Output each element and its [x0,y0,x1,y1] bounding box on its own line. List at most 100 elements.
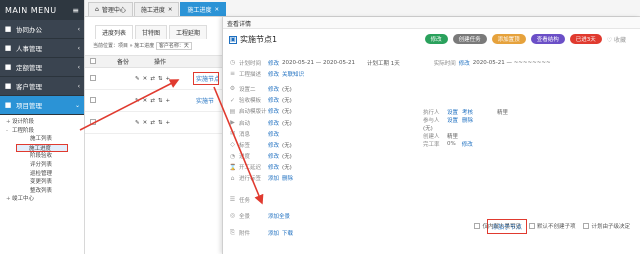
tab-construction-progress-active[interactable]: 施工进度 ✕ [180,2,227,16]
participant-empty: (无) [423,124,573,132]
edit-link[interactable]: 修改 [268,107,279,115]
menu-title: MAIN MENU [5,5,57,15]
menu-item-project[interactable]: ■ 项目管理 ⌄ [0,96,84,115]
field-label: 附件 [239,231,251,238]
row-checkbox-cell [85,96,101,105]
menu-item-customer[interactable]: ■ 客户管理 ‹ [0,77,84,96]
swap-icon[interactable]: ⇄ [150,76,155,82]
add-icon[interactable]: + [165,76,170,82]
edit-link[interactable]: 修改 [268,141,279,149]
subtab-progress-list[interactable]: 进度列表 [95,25,134,39]
edit-link[interactable]: 修改 [268,130,279,138]
favorite-button[interactable]: ♡ 收藏 [607,35,626,44]
creator-row: 创建人 精里 [423,132,573,140]
field-label: 启动 [239,120,251,127]
task-link[interactable]: 实施节 [193,94,219,107]
tree-item-score-list[interactable]: 评分列表 [0,161,84,170]
edit-icon[interactable]: ✎ [135,76,140,82]
edit-link[interactable]: 修改 [268,85,279,93]
add-icon[interactable]: + [165,120,170,126]
sort-icon[interactable]: ⇅ [158,76,163,82]
subtab-delay[interactable]: 工程延期 [169,25,208,39]
progress-status-button[interactable]: 已进3天 [569,34,602,44]
table-row[interactable]: ✎ ✕ ⇄ ⇅ + 实施节点1 [85,68,222,90]
tree-item-completion[interactable]: +竣工中心 [0,195,84,204]
close-icon[interactable]: ✕ [168,7,173,13]
menu-item-office[interactable]: ■ 协同办公 ‹ [0,20,84,39]
customer-filter[interactable]: 客户名称：天 [155,42,192,50]
edit-button[interactable]: 修改 [424,34,448,44]
edit-link[interactable]: 修改 [268,119,279,127]
add-attachment-link[interactable]: 添加 [268,229,279,237]
close-icon[interactable]: ✕ [214,7,219,13]
set-link[interactable]: 设置 [447,116,458,124]
add-panorama-link[interactable]: 添加全景 [268,212,290,220]
subtab-gantt[interactable]: 甘特图 [135,25,168,39]
add-link[interactable]: 添加 [268,174,279,182]
delete-icon[interactable]: ✕ [143,120,148,126]
tree-item-inspection[interactable]: 巡检管理 [0,170,84,179]
download-link[interactable]: 下载 [282,229,293,237]
menu-item-quota[interactable]: ■ 定额管理 ‹ [0,58,84,77]
edit-link[interactable]: 修改 [268,59,279,67]
field-label: 创建人 [423,134,440,140]
swap-icon[interactable]: ⇄ [150,120,155,126]
option-child-plan[interactable]: 计划由子级决定 [583,222,630,230]
menu-item-hr[interactable]: ■ 人事管理 ‹ [0,39,84,58]
delete-icon[interactable]: ✕ [143,76,148,82]
checkbox[interactable] [583,223,590,229]
edit-icon[interactable]: ✎ [135,98,140,104]
checkbox[interactable] [528,223,535,229]
tree-item-stage-acceptance[interactable]: 阶段验收 [0,152,84,161]
row-checkbox[interactable] [90,96,96,103]
related-knowledge-link[interactable]: 关联知识 [282,70,304,78]
table-row[interactable]: ✎ ✕ ⇄ ⇅ + 实施节 [85,90,222,112]
select-all-checkbox[interactable] [90,57,96,64]
row-checkbox[interactable] [90,118,96,125]
edit-icon[interactable]: ✎ [135,120,140,126]
edit-link[interactable]: 修改 [268,70,279,78]
clock-icon: ◷ [229,59,236,67]
tab-management-center[interactable]: ⌂ 管理中心 [88,2,133,16]
swap-icon[interactable]: ⇄ [150,98,155,104]
pin-button[interactable]: 添加置顶 [491,34,526,44]
assess-link[interactable]: 考核 [462,108,473,116]
breadcrumb: 当前位置：项目 » 施工进度 客户名称：天 [85,39,222,52]
checkbox[interactable] [474,223,481,229]
option-no-default-child[interactable]: 默认不创建子项 [528,222,575,230]
tree-item-construction-progress[interactable]: 施工进度 [16,143,68,153]
edit-link[interactable]: 修改 [462,140,473,148]
menu-item-label: 协同办公 [16,26,42,34]
message-icon: ✉ [229,130,236,138]
tree-item-construction-list[interactable]: 施工列表 [0,135,84,144]
delete-link[interactable]: 删除 [462,116,473,124]
field-label: 验收模板 [239,98,262,105]
row-checkbox[interactable] [90,74,96,81]
field-label: 工程描述 [239,71,262,78]
tab-construction-progress[interactable]: 施工进度 ✕ [133,2,180,16]
task-link[interactable]: 实施节点1 [193,72,219,85]
tree-item-change-list[interactable]: 变更列表 [0,178,84,187]
edit-link[interactable]: 修改 [268,152,279,160]
edit-link[interactable]: 修改 [268,163,279,171]
create-task-button[interactable]: 创建任务 [452,34,487,44]
tree-item-rectify-list[interactable]: 整改列表 [0,187,84,196]
delete-link[interactable]: 删除 [282,174,293,182]
table-row[interactable]: ✎ ✕ ⇄ ⇅ + [85,112,222,134]
attachment-icon: ⎘ [230,229,235,237]
option-label: 计划由子级决定 [591,224,630,230]
delete-icon[interactable]: ✕ [143,98,148,104]
task-icon: ☰ [229,196,236,204]
sort-icon[interactable]: ⇅ [158,98,163,104]
menu-header: MAIN MENU ≡ [0,0,84,20]
edit-link[interactable]: 修改 [459,59,470,67]
tree-item-construction[interactable]: - 工程阶段 [0,127,84,136]
sort-icon[interactable]: ⇅ [158,120,163,126]
set-link[interactable]: 设置 [447,108,458,116]
tree-item-design[interactable]: +设计阶段 [0,118,84,127]
edit-link[interactable]: 修改 [268,96,279,104]
add-icon[interactable]: + [165,98,170,104]
hamburger-icon[interactable]: ≡ [72,6,79,15]
view-structure-button[interactable]: 查看结构 [530,34,565,44]
option-internal-only[interactable]: 仅内部人员可见 [474,222,521,230]
